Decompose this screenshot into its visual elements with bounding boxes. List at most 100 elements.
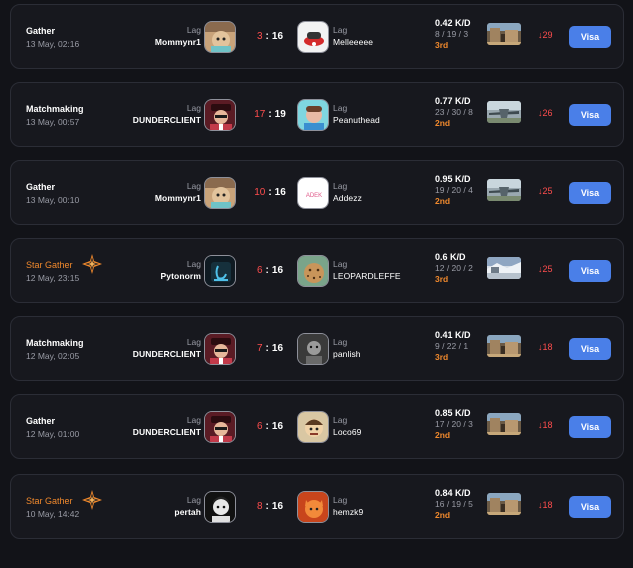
my-player-avatar[interactable] bbox=[204, 333, 236, 365]
opponent-player-name[interactable]: panlish bbox=[333, 349, 361, 359]
svg-text:ADEK: ADEK bbox=[306, 193, 322, 199]
my-team: Lag DUNDERCLIENT bbox=[133, 337, 201, 359]
my-player-avatar[interactable] bbox=[204, 411, 236, 443]
kills-deaths-assists: 8 / 19 / 3 bbox=[435, 29, 469, 39]
opponent-team: Lag Addezz bbox=[333, 181, 362, 203]
my-player-name[interactable]: Pytonorm bbox=[161, 271, 201, 281]
mode-name: Matchmaking bbox=[26, 338, 84, 348]
team-label: Lag bbox=[186, 181, 201, 191]
my-player-avatar[interactable] bbox=[204, 99, 236, 131]
kd-ratio: 0.84 K/D bbox=[435, 488, 471, 498]
mode-name: Star Gather bbox=[26, 260, 73, 270]
my-player-name[interactable]: DUNDERCLIENT bbox=[133, 427, 201, 437]
opponent-player-name[interactable]: Addezz bbox=[333, 193, 362, 203]
match-mode: Gather 13 May, 02:16 bbox=[26, 26, 79, 49]
view-match-button[interactable]: Visa bbox=[569, 338, 611, 360]
elo-change: ↓29 bbox=[538, 30, 553, 40]
kd-ratio: 0.77 K/D bbox=[435, 96, 471, 106]
my-team: Lag Pytonorm bbox=[161, 259, 201, 281]
my-player-name[interactable]: Mommynr1 bbox=[155, 193, 201, 203]
kills-deaths-assists: 17 / 20 / 3 bbox=[435, 419, 473, 429]
my-player-avatar[interactable] bbox=[204, 491, 236, 523]
match-stats: 0.85 K/D 17 / 20 / 3 2nd bbox=[435, 408, 473, 441]
mode-name: Gather bbox=[26, 182, 56, 192]
kills-deaths-assists: 9 / 22 / 1 bbox=[435, 341, 469, 351]
elo-change: ↓18 bbox=[538, 342, 553, 352]
match-score: 7:16 bbox=[252, 343, 288, 354]
match-mode: Matchmaking 12 May, 02:05 bbox=[26, 338, 84, 361]
opponent-team: Lag hemzk9 bbox=[333, 495, 363, 517]
my-score: 8 bbox=[256, 501, 263, 512]
match-mode: Gather 13 May, 00:10 bbox=[26, 182, 79, 205]
placement: 3rd bbox=[435, 274, 449, 284]
match-date: 13 May, 00:10 bbox=[26, 195, 80, 205]
match-mode: Matchmaking 13 May, 00:57 bbox=[26, 104, 84, 127]
score-separator: : bbox=[265, 343, 269, 354]
team-label: Lag bbox=[186, 259, 201, 269]
opponent-avatar[interactable] bbox=[297, 411, 329, 443]
match-row: Gather 13 May, 00:10 Lag Mommynr1 10:16 … bbox=[10, 160, 624, 225]
score-separator: : bbox=[265, 265, 269, 276]
match-stats: 0.77 K/D 23 / 30 / 8 2nd bbox=[435, 96, 473, 129]
team-label: Lag bbox=[333, 495, 348, 505]
team-label: Lag bbox=[186, 25, 201, 35]
opponent-avatar[interactable]: ADEK bbox=[297, 177, 329, 209]
placement: 2nd bbox=[435, 118, 451, 128]
my-player-avatar[interactable] bbox=[204, 21, 236, 53]
my-score: 3 bbox=[256, 31, 263, 42]
map-thumbnail bbox=[487, 101, 521, 123]
map-thumbnail bbox=[487, 23, 521, 45]
map-thumbnail bbox=[487, 335, 521, 357]
opponent-avatar[interactable] bbox=[297, 491, 329, 523]
view-match-button[interactable]: Visa bbox=[569, 496, 611, 518]
opponent-score: 19 bbox=[274, 109, 286, 120]
mode-name: Gather bbox=[26, 26, 56, 36]
opponent-player-name[interactable]: LEOPARDLEFFE bbox=[333, 271, 401, 281]
match-score: 6:16 bbox=[252, 421, 288, 432]
elo-change: ↓25 bbox=[538, 186, 553, 196]
view-match-button[interactable]: Visa bbox=[569, 260, 611, 282]
opponent-team: Lag LEOPARDLEFFE bbox=[333, 259, 401, 281]
match-score: 8:16 bbox=[252, 501, 288, 512]
placement: 2nd bbox=[435, 196, 451, 206]
match-date: 10 May, 14:42 bbox=[26, 509, 80, 519]
match-row: Matchmaking 12 May, 02:05 Lag DUNDERCLIE… bbox=[10, 316, 624, 381]
my-player-avatar[interactable] bbox=[204, 255, 236, 287]
opponent-player-name[interactable]: hemzk9 bbox=[333, 507, 363, 517]
match-row: Matchmaking 13 May, 00:57 Lag DUNDERCLIE… bbox=[10, 82, 624, 147]
match-score: 3:16 bbox=[252, 31, 288, 42]
my-player-name[interactable]: Mommynr1 bbox=[155, 37, 201, 47]
my-team: Lag DUNDERCLIENT bbox=[133, 103, 201, 125]
my-team: Lag DUNDERCLIENT bbox=[133, 415, 201, 437]
team-label: Lag bbox=[186, 415, 201, 425]
team-label: Lag bbox=[333, 259, 348, 269]
opponent-team: Lag panlish bbox=[333, 337, 361, 359]
team-label: Lag bbox=[186, 103, 201, 113]
opponent-player-name[interactable]: Peanuthead bbox=[333, 115, 380, 125]
mode-name: Matchmaking bbox=[26, 104, 84, 114]
opponent-avatar[interactable] bbox=[297, 333, 329, 365]
opponent-avatar[interactable] bbox=[297, 21, 329, 53]
my-player-avatar[interactable] bbox=[204, 177, 236, 209]
team-label: Lag bbox=[186, 495, 201, 505]
kills-deaths-assists: 19 / 20 / 4 bbox=[435, 185, 473, 195]
my-player-name[interactable]: DUNDERCLIENT bbox=[133, 115, 201, 125]
view-match-button[interactable]: Visa bbox=[569, 182, 611, 204]
opponent-player-name[interactable]: Loco69 bbox=[333, 427, 362, 437]
my-player-name[interactable]: pertah bbox=[174, 507, 201, 517]
opponent-score: 16 bbox=[274, 187, 286, 198]
my-player-name[interactable]: DUNDERCLIENT bbox=[133, 349, 201, 359]
my-team: Lag pertah bbox=[174, 495, 201, 517]
team-label: Lag bbox=[333, 415, 348, 425]
view-match-button[interactable]: Visa bbox=[569, 26, 611, 48]
view-match-button[interactable]: Visa bbox=[569, 416, 611, 438]
opponent-score: 16 bbox=[271, 501, 284, 512]
star-icon bbox=[81, 253, 103, 275]
opponent-score: 16 bbox=[271, 343, 284, 354]
opponent-avatar[interactable] bbox=[297, 99, 329, 131]
view-match-button[interactable]: Visa bbox=[569, 104, 611, 126]
opponent-avatar[interactable] bbox=[297, 255, 329, 287]
match-score: 6:16 bbox=[252, 265, 288, 276]
opponent-player-name[interactable]: Melleeeee bbox=[333, 37, 373, 47]
placement: 3rd bbox=[435, 40, 449, 50]
